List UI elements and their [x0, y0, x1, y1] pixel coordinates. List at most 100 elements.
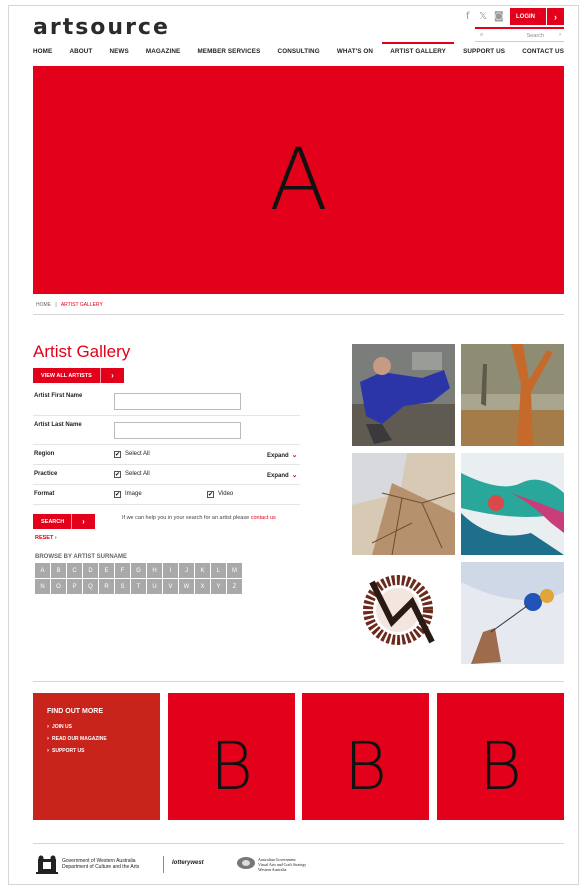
practice-select-all-checkbox[interactable]: ✔ [114, 471, 121, 478]
row-divider [33, 504, 300, 505]
row-divider [33, 484, 300, 485]
search-bar[interactable]: ⌕ Search › [475, 30, 564, 42]
surname-letter-f[interactable]: F [115, 563, 130, 578]
surname-letter-u[interactable]: U [147, 579, 162, 594]
breadcrumb: HOME | ARTIST GALLERY [36, 302, 103, 308]
surname-letter-k[interactable]: K [195, 563, 210, 578]
nav-magazine[interactable]: MAGAZINE [146, 48, 180, 55]
artwork-tile[interactable] [461, 562, 564, 664]
search-go-icon[interactable]: › [559, 32, 561, 38]
surname-letter-g[interactable]: G [131, 563, 146, 578]
view-all-label: VIEW ALL ARTISTS [41, 372, 92, 379]
aus-line-3: Western Australia [258, 867, 287, 872]
australian-government-text: Australian Government Visual Arts and Cr… [258, 857, 306, 872]
format-video-checkbox[interactable]: ✔ [207, 491, 214, 498]
surname-letter-e[interactable]: E [99, 563, 114, 578]
view-all-artists-button[interactable]: VIEW ALL ARTISTS › [33, 368, 124, 383]
surname-letter-r[interactable]: R [99, 579, 114, 594]
artwork-tile[interactable] [461, 344, 564, 446]
nav-about[interactable]: ABOUT [69, 48, 92, 55]
reset-label: RESET [35, 535, 54, 541]
search-input[interactable]: Search [527, 33, 544, 39]
surname-letter-a[interactable]: A [35, 563, 50, 578]
nav-member-services[interactable]: MEMBER SERVICES [197, 48, 260, 55]
browse-heading: BROWSE BY ARTIST SURNAME [35, 554, 128, 560]
practice-expand[interactable]: Expand ⌄ [267, 471, 298, 479]
search-label: SEARCH [41, 518, 65, 525]
chevron-right-icon: › [47, 736, 49, 742]
wa-crest-icon [36, 855, 58, 874]
surname-letter-i[interactable]: I [163, 563, 178, 578]
artwork-tile[interactable] [352, 562, 455, 664]
surname-letter-b[interactable]: B [51, 563, 66, 578]
artwork-tile[interactable] [461, 453, 564, 555]
search-icon: ⌕ [480, 32, 484, 38]
surname-letter-w[interactable]: W [179, 579, 194, 594]
nav-support-us[interactable]: SUPPORT US [463, 48, 505, 55]
main-nav: HOME ABOUT NEWS MAGAZINE MEMBER SERVICES… [33, 42, 564, 55]
last-name-input[interactable] [114, 422, 241, 439]
surname-letter-l[interactable]: L [211, 563, 226, 578]
surname-letter-m[interactable]: M [227, 563, 242, 578]
chevron-down-icon: ⌄ [291, 472, 298, 479]
surname-letter-j[interactable]: J [179, 563, 194, 578]
surname-letter-p[interactable]: P [67, 579, 82, 594]
practice-select-all-label: Select All [125, 471, 150, 477]
support-us-link[interactable]: › SUPPORT US [47, 748, 160, 754]
first-name-input[interactable] [114, 393, 241, 410]
nav-contact-us[interactable]: CONTACT US [522, 48, 564, 55]
surname-letter-z[interactable]: Z [227, 579, 242, 594]
site-logo[interactable]: artsource [33, 15, 170, 40]
promo-letter: B [343, 727, 388, 805]
instagram-icon[interactable]: ◙ [494, 11, 504, 22]
region-select-all-checkbox[interactable]: ✔ [114, 451, 121, 458]
chevron-right-icon: › [546, 8, 564, 25]
reset-link[interactable]: RESET › [35, 535, 57, 541]
nav-home[interactable]: HOME [33, 48, 52, 55]
region-label: Region [34, 451, 55, 457]
surname-letter-c[interactable]: C [67, 563, 82, 578]
find-out-more-panel: FIND OUT MORE › JOIN US › READ OUR MAGAZIN… [33, 693, 160, 820]
facebook-icon[interactable]: f [466, 11, 470, 22]
page-title: Artist Gallery [33, 342, 131, 361]
format-image-checkbox[interactable]: ✔ [114, 491, 121, 498]
find-out-more-heading: FIND OUT MORE [47, 708, 103, 715]
promo-tile[interactable]: B [168, 693, 295, 820]
row-divider [33, 444, 300, 445]
chevron-right-icon: › [54, 535, 57, 541]
join-us-link[interactable]: › JOIN US [47, 724, 160, 730]
nav-artist-gallery[interactable]: ARTIST GALLERY [382, 42, 454, 55]
surname-letter-y[interactable]: Y [211, 579, 226, 594]
australian-government-crest-icon [237, 857, 255, 869]
chevron-down-icon: ⌄ [291, 452, 298, 459]
surname-letter-x[interactable]: X [195, 579, 210, 594]
header-accent-line [475, 27, 564, 29]
nav-consulting[interactable]: CONSULTING [278, 48, 320, 55]
read-magazine-link[interactable]: › READ OUR MAGAZINE [47, 736, 160, 742]
support-us-label: SUPPORT US [52, 748, 85, 754]
promo-tile[interactable]: B [437, 693, 564, 820]
surname-letter-s[interactable]: S [115, 579, 130, 594]
contact-us-link[interactable]: contact us [251, 515, 276, 521]
region-expand[interactable]: Expand ⌄ [267, 451, 298, 459]
surname-letter-n[interactable]: N [35, 579, 50, 594]
nav-whats-on[interactable]: WHAT'S ON [337, 48, 373, 55]
twitter-icon[interactable]: 𝕏 [479, 11, 487, 22]
nav-news[interactable]: NEWS [109, 48, 128, 55]
breadcrumb-home[interactable]: HOME [36, 302, 51, 308]
practice-label: Practice [34, 471, 58, 477]
artwork-tile[interactable] [352, 453, 455, 555]
login-button[interactable]: LOGIN › [510, 8, 564, 25]
search-button[interactable]: SEARCH › [33, 514, 95, 529]
help-text: If we can help you in your search for an… [122, 515, 276, 521]
promo-tile[interactable]: B [302, 693, 429, 820]
surname-letter-q[interactable]: Q [83, 579, 98, 594]
artwork-tile[interactable] [352, 344, 455, 446]
surname-letter-v[interactable]: V [163, 579, 178, 594]
surname-letter-h[interactable]: H [147, 563, 162, 578]
artwork-geometric-image [352, 453, 455, 555]
surname-letter-d[interactable]: D [83, 563, 98, 578]
surname-letter-t[interactable]: T [131, 579, 146, 594]
surname-letter-o[interactable]: O [51, 579, 66, 594]
wa-government-text: Government of Western Australia Departme… [62, 858, 139, 870]
